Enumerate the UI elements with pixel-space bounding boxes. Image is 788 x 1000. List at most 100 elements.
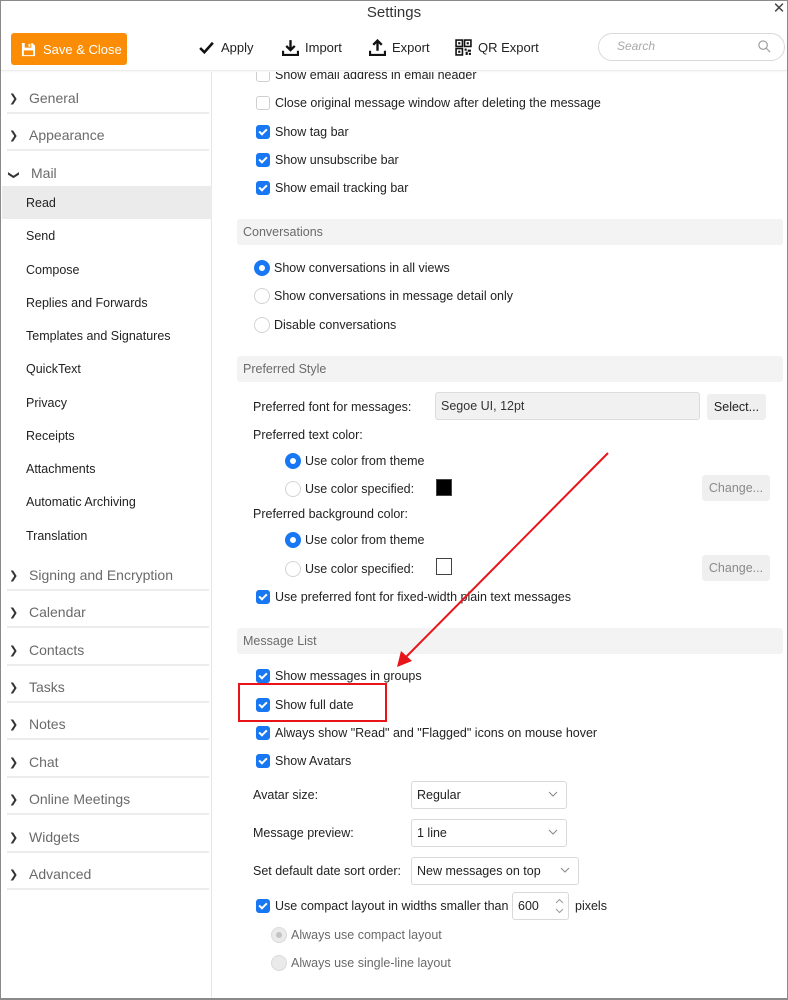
radio-button[interactable] <box>254 260 270 276</box>
message-preview-select[interactable]: 1 line <box>411 819 567 847</box>
checkbox-row[interactable]: Show Avatars <box>256 754 351 768</box>
highlight-box <box>238 683 387 722</box>
sidebar-group-online-meetings[interactable]: ❯ Online Meetings <box>7 785 209 815</box>
export-button[interactable]: Export <box>369 39 430 56</box>
checkbox-row[interactable]: Show email address in email header <box>256 72 477 82</box>
checkbox[interactable] <box>256 899 270 913</box>
qr-export-button[interactable]: QR Export <box>455 39 539 56</box>
sidebar-group-advanced[interactable]: ❯ Advanced <box>7 860 209 890</box>
change-bg-color-button[interactable]: Change... <box>702 555 770 581</box>
radio-button[interactable] <box>254 288 270 304</box>
sidebar-item-replies-forwards[interactable]: Replies and Forwards <box>2 286 212 319</box>
sidebar-item-send[interactable]: Send <box>2 219 212 252</box>
import-button[interactable]: Import <box>282 39 342 56</box>
qr-code-icon <box>455 39 472 56</box>
search-input[interactable] <box>617 39 757 53</box>
sidebar-group-general[interactable]: ❯ General <box>7 84 209 114</box>
checkbox-row[interactable]: Use preferred font for fixed-width plain… <box>256 590 571 604</box>
radio-button[interactable] <box>254 317 270 333</box>
sidebar-item-translation[interactable]: Translation <box>2 519 212 552</box>
select-value: Regular <box>417 788 461 802</box>
sidebar-group-notes[interactable]: ❯ Notes <box>7 710 209 740</box>
sort-order-label: Set default date sort order: <box>253 864 402 878</box>
sidebar-item-compose[interactable]: Compose <box>2 253 212 286</box>
radio-row[interactable]: Always use compact layout <box>271 927 442 943</box>
checkbox[interactable] <box>256 590 270 604</box>
radio-row[interactable]: Always use single-line layout <box>271 955 451 971</box>
apply-button[interactable]: Apply <box>198 39 254 56</box>
radio-row[interactable]: Show conversations in all views <box>254 260 450 276</box>
sidebar-item-receipts[interactable]: Receipts <box>2 419 212 452</box>
section-header-message-list: Message List <box>237 628 783 654</box>
sidebar-group-calendar[interactable]: ❯ Calendar <box>7 598 209 628</box>
radio-row[interactable]: Disable conversations <box>254 317 396 333</box>
checkmark-icon <box>199 41 214 55</box>
sidebar-item-read[interactable]: Read <box>2 186 212 219</box>
sidebar-group-chat[interactable]: ❯ Chat <box>7 748 209 778</box>
radio-label: Use color from theme <box>305 454 425 468</box>
checkbox-row[interactable]: Show messages in groups <box>256 669 422 683</box>
sidebar-item-quicktext[interactable]: QuickText <box>2 352 212 385</box>
magnifier-icon[interactable] <box>757 39 772 54</box>
radio-row[interactable]: Show conversations in message detail onl… <box>254 288 513 304</box>
spinner-arrows-icon[interactable] <box>555 896 564 916</box>
sidebar-group-label: Advanced <box>29 866 92 882</box>
checkbox[interactable] <box>256 72 270 82</box>
sidebar-group-label: Chat <box>29 754 59 770</box>
chevron-right-icon: ❯ <box>9 129 19 142</box>
sidebar-group-signing-encryption[interactable]: ❯ Signing and Encryption <box>7 561 209 591</box>
chevron-down-icon: ❯ <box>7 170 20 180</box>
checkbox-row[interactable]: Show tag bar <box>256 125 349 139</box>
radio-row[interactable]: Use color from theme <box>285 453 424 469</box>
checkbox-row[interactable]: Show email tracking bar <box>256 181 408 195</box>
radio-button[interactable] <box>285 453 301 469</box>
checkbox-label: Show messages in groups <box>275 669 422 683</box>
sidebar-group-tasks[interactable]: ❯ Tasks <box>7 673 209 703</box>
radio-button[interactable] <box>271 955 287 971</box>
toolbar: Save & Close Apply Import Export QR Expo… <box>1 29 787 71</box>
avatar-size-select[interactable]: Regular <box>411 781 567 809</box>
sidebar-group-appearance[interactable]: ❯ Appearance <box>7 121 209 151</box>
radio-row[interactable]: Use color specified: <box>285 481 414 497</box>
save-and-close-button[interactable]: Save & Close <box>11 33 127 65</box>
radio-label: Use color specified: <box>305 482 415 496</box>
radio-button[interactable] <box>285 532 301 548</box>
checkbox-row[interactable]: Show unsubscribe bar <box>256 153 399 167</box>
checkbox[interactable] <box>256 669 270 683</box>
close-icon[interactable]: ✕ <box>771 1 787 17</box>
sidebar-item-templates-signatures[interactable]: Templates and Signatures <box>2 319 212 352</box>
checkbox[interactable] <box>256 153 270 167</box>
checkbox-row[interactable]: Close original message window after dele… <box>256 96 601 110</box>
settings-window: Settings ✕ Save & Close Apply Import Exp… <box>0 0 788 1000</box>
radio-row[interactable]: Use color from theme <box>285 532 424 548</box>
select-font-button[interactable]: Select... <box>707 394 766 420</box>
sidebar-group-widgets[interactable]: ❯ Widgets <box>7 823 209 853</box>
radio-button[interactable] <box>285 481 301 497</box>
checkbox-label: Show email tracking bar <box>275 181 409 195</box>
radio-button[interactable] <box>271 927 287 943</box>
chevron-right-icon: ❯ <box>9 681 19 694</box>
chevron-down-icon <box>548 791 558 797</box>
search-box[interactable] <box>598 33 785 61</box>
checkbox-label: Show unsubscribe bar <box>275 153 399 167</box>
sidebar-item-privacy[interactable]: Privacy <box>2 386 212 419</box>
radio-label: Always use single-line layout <box>291 956 451 970</box>
checkbox[interactable] <box>256 181 270 195</box>
checkbox-row[interactable]: Use compact layout in widths smaller tha… <box>256 899 508 913</box>
chevron-right-icon: ❯ <box>9 606 19 619</box>
change-text-color-button[interactable]: Change... <box>702 475 770 501</box>
compact-width-spinner[interactable]: 600 <box>512 892 569 920</box>
sidebar-group-mail[interactable]: ❯ Mail <box>7 158 209 188</box>
checkbox[interactable] <box>256 125 270 139</box>
checkbox[interactable] <box>256 96 270 110</box>
sidebar-item-attachments[interactable]: Attachments <box>2 452 212 485</box>
sort-order-select[interactable]: New messages on top <box>411 857 579 885</box>
checkbox-row[interactable]: Always show "Read" and "Flagged" icons o… <box>256 726 597 740</box>
sidebar-group-contacts[interactable]: ❯ Contacts <box>7 636 209 666</box>
checkbox[interactable] <box>256 754 270 768</box>
radio-button[interactable] <box>285 561 301 577</box>
sidebar-item-automatic-archiving[interactable]: Automatic Archiving <box>2 485 212 518</box>
sidebar-group-label: Widgets <box>29 829 80 845</box>
checkbox[interactable] <box>256 726 270 740</box>
radio-row[interactable]: Use color specified: <box>285 561 414 577</box>
